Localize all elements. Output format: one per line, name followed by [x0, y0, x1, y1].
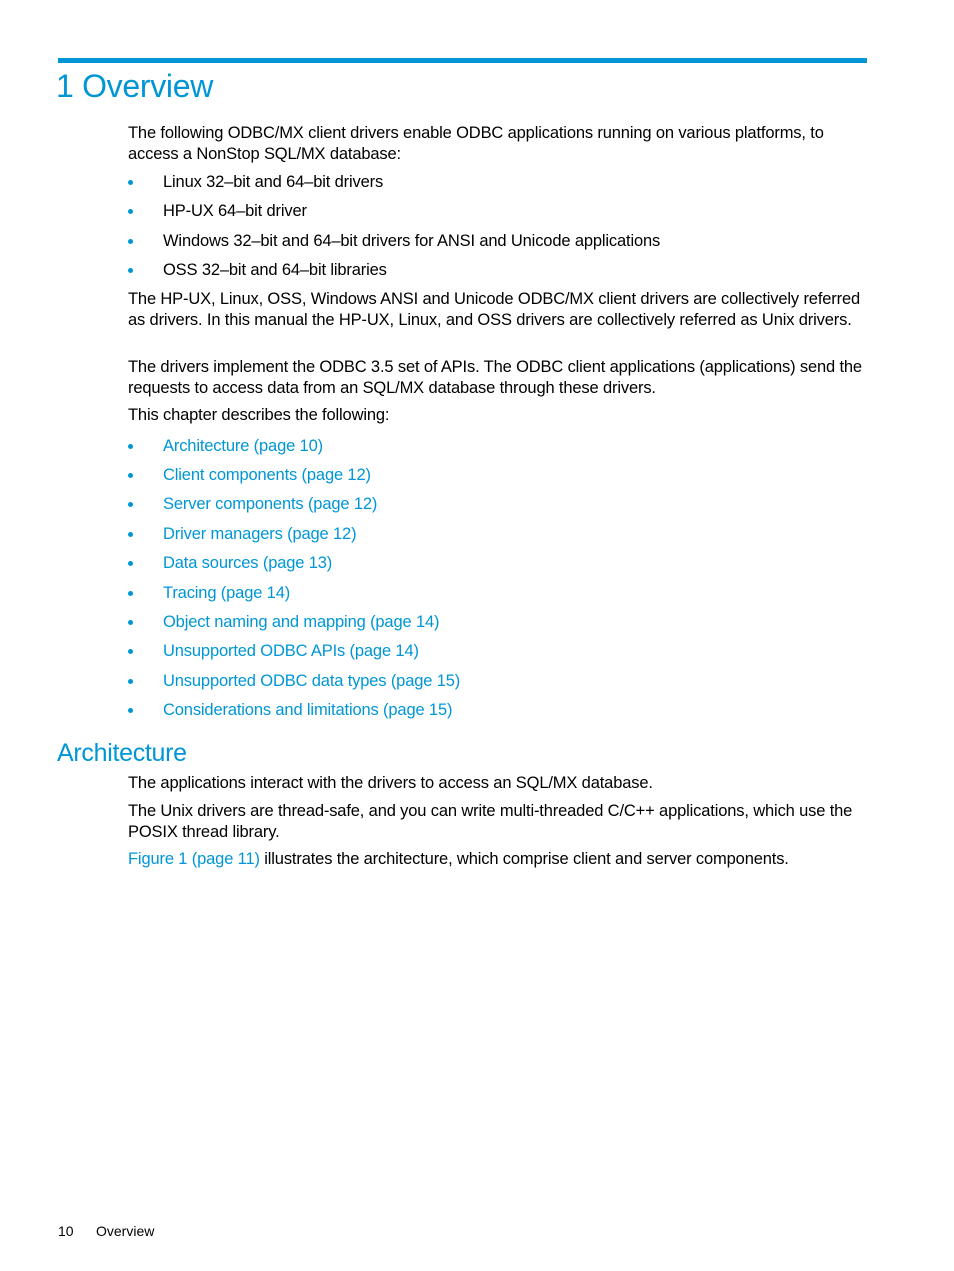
bullet-icon — [128, 444, 133, 449]
toc-link-unsupported-apis[interactable]: Unsupported ODBC APIs (page 14) — [163, 641, 419, 662]
figure-1-link[interactable]: Figure 1 (page 11) — [128, 850, 260, 868]
toc-link-object-naming[interactable]: Object naming and mapping (page 14) — [163, 612, 440, 633]
chapter-title: 1 Overview — [56, 68, 214, 104]
figure-reference-text: illustrates the architecture, which comp… — [259, 850, 789, 868]
toc-link-tracing[interactable]: Tracing (page 14) — [163, 583, 290, 604]
bullet-icon — [128, 591, 133, 596]
architecture-paragraph: The applications interact with the drive… — [128, 774, 653, 792]
driver-label: HP-UX 64–bit driver — [163, 202, 307, 220]
toc-link-considerations[interactable]: Considerations and limitations (page 15) — [163, 700, 452, 721]
bullet-icon — [128, 708, 133, 713]
toc-link-client-components[interactable]: Client components (page 12) — [163, 465, 371, 486]
bullet-icon — [128, 239, 133, 244]
section-heading-architecture: Architecture — [57, 739, 187, 767]
bullet-icon — [128, 561, 133, 566]
bullet-icon — [128, 649, 133, 654]
toc-link-server-components[interactable]: Server components (page 12) — [163, 494, 377, 515]
intro-paragraph: The following ODBC/MX client drivers ena… — [128, 124, 824, 163]
toc-link-unsupported-data-types[interactable]: Unsupported ODBC data types (page 15) — [163, 671, 460, 692]
bullet-icon — [128, 180, 133, 185]
chapter-top-rule — [58, 58, 867, 63]
bullet-icon — [128, 620, 133, 625]
bullet-icon — [128, 209, 133, 214]
toc-link-data-sources[interactable]: Data sources (page 13) — [163, 553, 332, 574]
bullet-icon — [128, 268, 133, 273]
footer-section-label: Overview — [96, 1223, 155, 1239]
toc-link-driver-managers[interactable]: Driver managers (page 12) — [163, 524, 357, 545]
odbc-api-paragraph: The drivers implement the ODBC 3.5 set o… — [128, 358, 862, 397]
drivers-definition-paragraph: The HP-UX, Linux, OSS, Windows ANSI and … — [128, 290, 861, 329]
figure-reference-paragraph: Figure 1 (page 11) illustrates the archi… — [128, 849, 873, 870]
bullet-icon — [128, 502, 133, 507]
driver-label: OSS 32–bit and 64–bit libraries — [163, 261, 387, 279]
bullet-icon — [128, 473, 133, 478]
chapter-describes-paragraph: This chapter describes the following: — [128, 406, 390, 424]
driver-label: Linux 32–bit and 64–bit drivers — [163, 173, 384, 191]
page-number: 10 — [58, 1223, 74, 1239]
bullet-icon — [128, 679, 133, 684]
toc-link-architecture[interactable]: Architecture (page 10) — [163, 436, 323, 457]
bullet-icon — [128, 532, 133, 537]
architecture-paragraph: The Unix drivers are thread-safe, and yo… — [128, 802, 853, 841]
driver-label: Windows 32–bit and 64–bit drivers for AN… — [163, 232, 661, 250]
